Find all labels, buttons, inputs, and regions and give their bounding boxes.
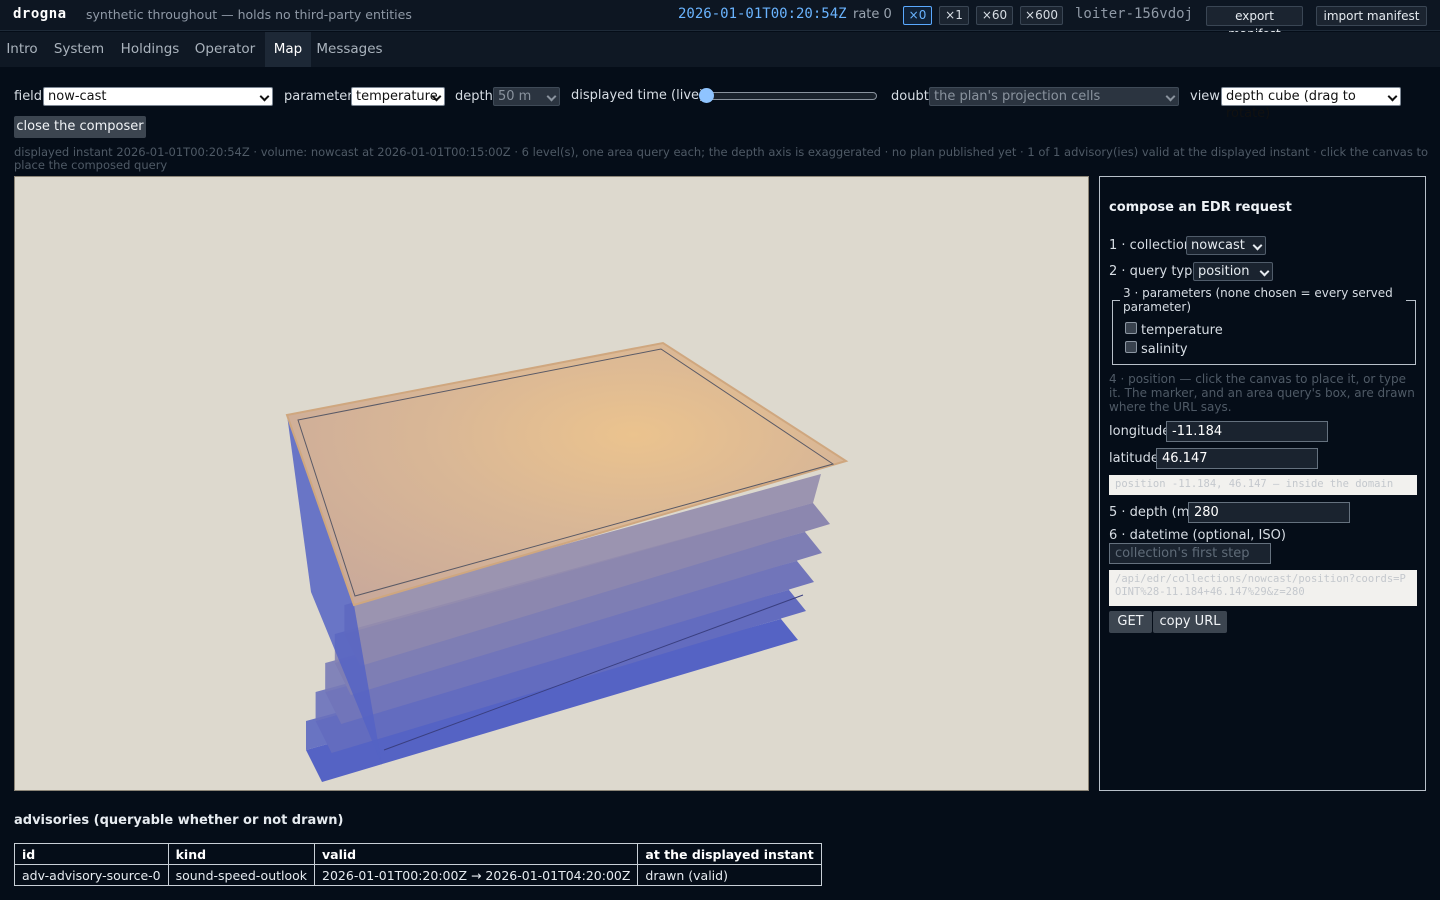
tab-intro[interactable]: Intro <box>0 32 44 67</box>
depth-label: depth <box>455 89 493 104</box>
advisory-status-cell: drawn (valid) <box>637 864 822 886</box>
advisories-table: id kind valid at the displayed instant a… <box>14 843 822 886</box>
latitude-label: latitude <box>1109 451 1159 466</box>
composed-url: /api/edr/collections/nowcast/position?co… <box>1109 570 1417 606</box>
depth-m-label: 5 · depth (m) <box>1109 505 1195 520</box>
displayed-time-label: displayed time (live) <box>571 88 705 103</box>
top-bar: drogna synthetic throughout — holds no t… <box>0 0 1440 41</box>
rate-button-x60[interactable]: ×60 <box>976 6 1013 25</box>
field-select-value: now-cast <box>48 89 107 104</box>
get-button[interactable]: GET <box>1109 611 1152 633</box>
parameter-select[interactable]: temperature <box>351 87 445 106</box>
import-manifest-button[interactable]: import manifest <box>1316 6 1427 26</box>
close-composer-button[interactable]: close the composer <box>14 116 146 138</box>
rate-label: rate 0 <box>853 7 892 22</box>
table-header-row: id kind valid at the displayed instant <box>14 843 822 865</box>
field-label: field <box>14 89 43 104</box>
position-readout: position -11.184, 46.147 — inside the do… <box>1109 475 1417 495</box>
tab-system[interactable]: System <box>48 32 110 67</box>
advisory-id-cell: adv-advisory-source-0 <box>14 864 169 886</box>
tab-holdings[interactable]: Holdings <box>114 32 186 67</box>
tab-map[interactable]: Map <box>265 32 311 67</box>
column-header-status: at the displayed instant <box>637 843 822 865</box>
query-type-select[interactable]: position <box>1193 262 1273 281</box>
temperature-checkbox-label: temperature <box>1141 323 1223 338</box>
longitude-label: longitude <box>1109 424 1171 439</box>
parameter-label: parameter <box>284 89 353 104</box>
view-label: view <box>1190 89 1220 104</box>
depth-cube-canvas[interactable] <box>14 176 1089 791</box>
rate-button-x1[interactable]: ×1 <box>939 6 969 25</box>
longitude-input[interactable]: -11.184 <box>1166 421 1328 442</box>
rate-button-x0[interactable]: ×0 <box>903 6 932 25</box>
latitude-input[interactable]: 46.147 <box>1156 448 1318 469</box>
tab-bar: Intro System Holdings Operator Map Messa… <box>0 32 1440 67</box>
datetime-label: 6 · datetime (optional, ISO) <box>1109 528 1286 543</box>
chevron-down-icon <box>1259 266 1270 277</box>
simulation-clock: 2026-01-01T00:20:54Z <box>678 6 847 22</box>
datetime-input[interactable]: collection's first step <box>1109 543 1271 564</box>
chevron-down-icon <box>1165 91 1176 102</box>
column-header-valid: valid <box>314 843 639 865</box>
salinity-checkbox[interactable] <box>1125 341 1137 353</box>
parameter-select-value: temperature <box>356 89 438 104</box>
salinity-checkbox-label: salinity <box>1141 342 1188 357</box>
depth-cube-view[interactable] <box>15 177 1088 790</box>
fieldset-border <box>1112 300 1120 301</box>
temperature-checkbox[interactable] <box>1125 322 1137 334</box>
collection-select[interactable]: nowcast <box>1186 236 1266 255</box>
chevron-down-icon <box>1387 91 1398 102</box>
advisory-kind-cell: sound-speed-outlook <box>167 864 316 886</box>
depth-select-value: 50 m <box>498 89 532 104</box>
column-header-id: id <box>14 843 169 865</box>
column-header-kind: kind <box>167 843 316 865</box>
rate-button-x600[interactable]: ×600 <box>1020 6 1063 25</box>
tab-operator[interactable]: Operator <box>190 32 260 67</box>
collection-select-value: nowcast <box>1191 238 1245 253</box>
position-hint: 4 · position — click the canvas to place… <box>1109 372 1415 414</box>
composer-title: compose an EDR request <box>1109 200 1292 215</box>
chevron-down-icon <box>1252 240 1263 251</box>
doubt-select[interactable]: the plan's projection cells <box>929 87 1179 106</box>
chevron-down-icon <box>546 91 557 102</box>
copy-url-button[interactable]: copy URL <box>1153 611 1227 633</box>
chevron-down-icon <box>259 91 270 102</box>
advisory-valid-cell: 2026-01-01T00:20:00Z → 2026-01-01T04:20:… <box>314 864 639 886</box>
status-line: displayed instant 2026-01-01T00:20:54Z ·… <box>14 145 1429 172</box>
fieldset-border <box>1406 300 1416 301</box>
field-select[interactable]: now-cast <box>43 87 273 106</box>
export-manifest-button[interactable]: export manifest <box>1206 6 1303 41</box>
brand-logo: drogna <box>13 6 67 22</box>
tab-messages[interactable]: Messages <box>311 32 388 67</box>
doubt-label: doubt <box>891 89 929 104</box>
doubt-select-value: the plan's projection cells <box>934 89 1101 104</box>
collection-label: 1 · collection <box>1109 238 1193 253</box>
displayed-time-slider-thumb[interactable] <box>699 88 714 103</box>
session-id: loiter-156vdoj <box>1075 6 1194 22</box>
depth-select[interactable]: 50 m <box>493 87 560 106</box>
depth-input[interactable]: 280 <box>1188 502 1350 523</box>
table-row[interactable]: adv-advisory-source-0 sound-speed-outloo… <box>14 864 822 886</box>
view-select[interactable]: depth cube (drag to rotate) <box>1221 87 1401 121</box>
query-type-select-value: position <box>1198 264 1250 279</box>
edr-composer-panel: compose an EDR request 1 · collection no… <box>1099 176 1426 791</box>
tagline: synthetic throughout — holds no third-pa… <box>86 7 412 22</box>
view-select-value: depth cube (drag to rotate) <box>1226 89 1356 121</box>
advisories-title: advisories (queryable whether or not dra… <box>14 813 344 828</box>
displayed-time-slider[interactable] <box>703 92 877 100</box>
query-type-label: 2 · query type <box>1109 264 1201 279</box>
parameters-legend: 3 · parameters (none chosen = every serv… <box>1123 286 1393 314</box>
